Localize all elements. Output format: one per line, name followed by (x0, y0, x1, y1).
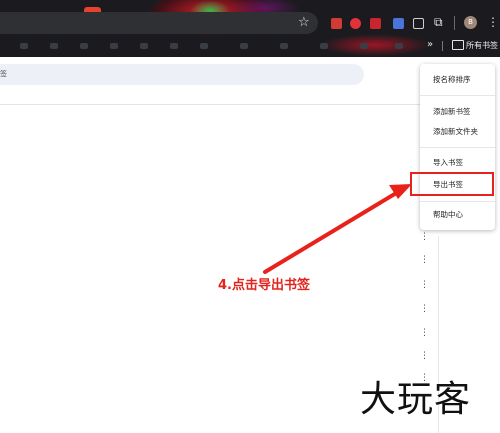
step-instruction: 4.点击导出书签 (218, 278, 310, 293)
watermark-logo: 大玩客 (360, 379, 472, 420)
annotation-arrow (263, 184, 412, 274)
